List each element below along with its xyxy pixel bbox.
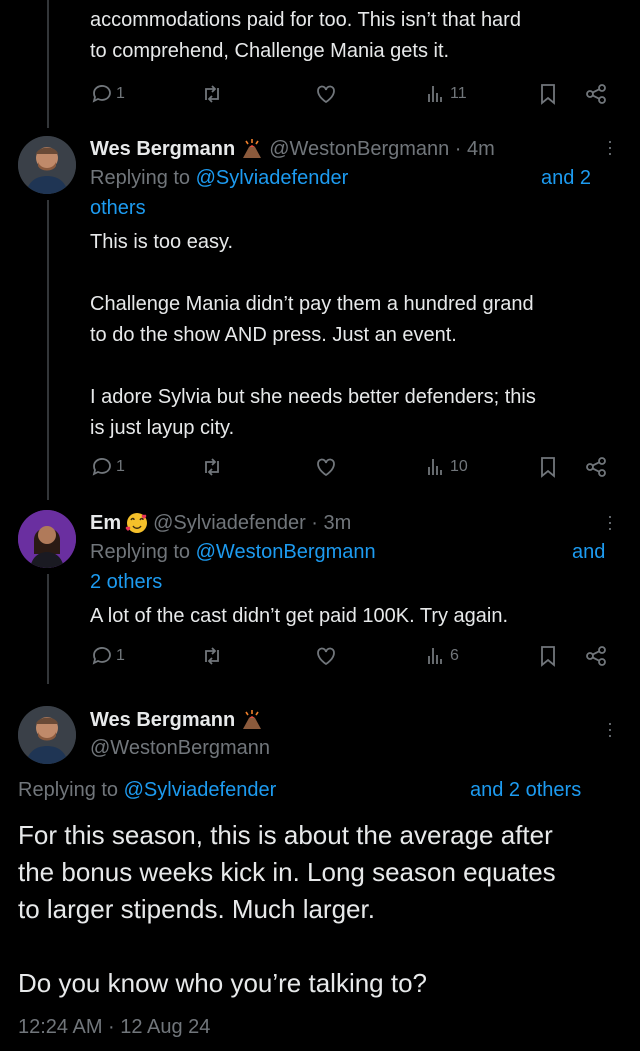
tweet-body-line: Do you know who you’re talking to? <box>18 968 428 998</box>
tweet-body: For this season, this is about the avera… <box>18 817 628 1002</box>
views-icon <box>428 86 442 102</box>
tweet-body-line: Challenge Mania didn’t pay them a hundre… <box>90 293 534 315</box>
tweet-body-line: to do the show AND press. Just an event. <box>90 324 457 346</box>
avatar[interactable] <box>18 136 76 194</box>
bookmark-button[interactable] <box>536 455 560 479</box>
reply-icon <box>92 647 111 665</box>
replying-to: Replying to @Sylviadefender <box>90 163 610 194</box>
views-icon <box>428 648 442 664</box>
like-button[interactable] <box>314 455 338 479</box>
replying-to: Replying to @Sylviadefender <box>18 775 458 806</box>
replying-handle-link[interactable]: @WestonBergmann <box>196 541 376 563</box>
tweet-body-line: This is too easy. <box>90 231 234 253</box>
retweet-button[interactable] <box>200 455 224 479</box>
like-icon <box>317 647 335 666</box>
tweet-body-line: accommodations paid for too. This isn’t … <box>90 9 521 31</box>
volcano-emoji <box>243 139 262 158</box>
like-button[interactable] <box>314 82 338 106</box>
tweet-actions: 1 11 <box>90 82 610 112</box>
reply-button[interactable]: 1 <box>90 644 125 668</box>
thread-connector <box>47 200 49 500</box>
bookmark-icon <box>541 457 555 478</box>
thread-connector <box>47 0 49 128</box>
tweet-header: Em @Sylviadefender · 3m <box>90 508 610 538</box>
replying-handle-link[interactable]: @Sylviadefender <box>124 779 277 801</box>
thread-connector <box>47 574 49 684</box>
display-name[interactable]: Wes Bergmann <box>90 709 235 732</box>
more-icon[interactable]: · · · <box>600 507 620 537</box>
reply-icon <box>92 85 111 103</box>
share-button[interactable] <box>584 644 608 668</box>
share-icon <box>586 646 606 666</box>
retweet-icon <box>205 458 219 476</box>
handle[interactable]: @WestonBergmann <box>90 735 270 761</box>
tweet-actions: 1 10 <box>90 455 610 485</box>
tweet-body: accommodations paid for too. This isn’t … <box>90 5 620 67</box>
bookmark-button[interactable] <box>536 644 560 668</box>
like-icon <box>317 458 335 477</box>
views-count: 10 <box>450 458 468 475</box>
and-others-link[interactable]: and 2 others <box>470 775 581 806</box>
heart-face-emoji <box>125 513 148 533</box>
display-name[interactable]: Em <box>90 512 121 535</box>
and-others-link[interactable]: and <box>572 537 605 568</box>
replying-to: Replying to @WestonBergmann <box>90 537 610 568</box>
bookmark-button[interactable] <box>536 82 560 106</box>
like-button[interactable] <box>314 644 338 668</box>
tweet-actions: 1 6 <box>90 644 610 674</box>
more-icon[interactable]: · · · <box>600 714 620 744</box>
retweet-icon <box>205 85 219 103</box>
reply-button[interactable]: 1 <box>90 455 125 479</box>
views-count: 11 <box>450 85 467 102</box>
bookmark-icon <box>541 84 555 105</box>
views-button[interactable]: 10 <box>424 455 468 479</box>
views-count: 6 <box>450 647 459 664</box>
share-icon <box>586 457 606 477</box>
tweet-header: Wes Bergmann <box>90 705 590 735</box>
reply-button[interactable]: 1 <box>90 82 125 106</box>
tweet-body-line: I adore Sylvia but she needs better defe… <box>90 386 536 408</box>
reply-count: 1 <box>116 458 125 475</box>
replying-prefix: Replying to <box>18 779 119 801</box>
replying-prefix: Replying to <box>90 541 191 563</box>
reply-icon <box>92 458 111 476</box>
views-button[interactable]: 6 <box>424 644 459 668</box>
reply-count: 1 <box>116 647 125 664</box>
views-icon <box>428 459 442 475</box>
avatar[interactable] <box>18 510 76 568</box>
display-name[interactable]: Wes Bergmann <box>90 138 235 161</box>
share-button[interactable] <box>584 82 608 106</box>
tweet-timestamp[interactable]: 12:24 AM · 12 Aug 24 <box>18 1013 210 1041</box>
tweet-body-line: the bonus weeks kick in. Long season equ… <box>18 857 556 887</box>
bookmark-icon <box>541 646 555 667</box>
handle-time[interactable]: @Sylviadefender · 3m <box>153 512 351 535</box>
others-link[interactable]: others <box>90 193 146 224</box>
retweet-button[interactable] <box>200 82 224 106</box>
reply-count: 1 <box>116 85 125 102</box>
share-button[interactable] <box>584 455 608 479</box>
replying-prefix: Replying to <box>90 167 191 189</box>
tweet-body-line: is just layup city. <box>90 417 235 439</box>
retweet-icon <box>205 647 219 665</box>
replying-handle-link[interactable]: @Sylviadefender <box>196 167 349 189</box>
tweet-body: A lot of the cast didn’t get paid 100K. … <box>90 605 509 627</box>
handle-time[interactable]: @WestonBergmann · 4m <box>269 138 495 161</box>
more-icon[interactable]: · · · <box>600 132 620 162</box>
share-icon <box>586 84 606 104</box>
retweet-button[interactable] <box>200 644 224 668</box>
others-link[interactable]: 2 others <box>90 567 162 598</box>
and-others-link[interactable]: and 2 <box>541 163 591 194</box>
tweet-body-line: to larger stipends. Much larger. <box>18 894 375 924</box>
views-button[interactable]: 11 <box>424 82 467 106</box>
volcano-emoji <box>243 710 262 729</box>
tweet-header: Wes Bergmann @WestonBergmann · 4m <box>90 134 610 164</box>
tweet-body: This is too easy. Challenge Mania didn’t… <box>90 227 620 444</box>
like-icon <box>317 85 335 104</box>
avatar[interactable] <box>18 706 76 764</box>
tweet-body-line: For this season, this is about the avera… <box>18 820 553 850</box>
tweet-body-line: to comprehend, Challenge Mania gets it. <box>90 40 450 62</box>
